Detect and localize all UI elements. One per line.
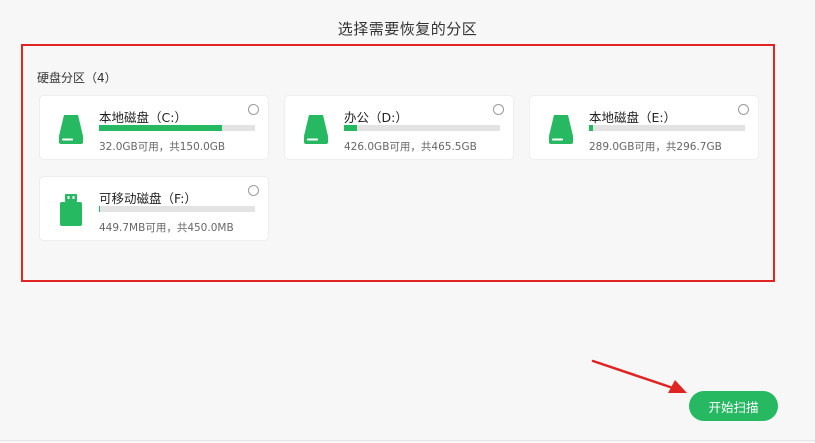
hard-drive-icon xyxy=(59,115,83,144)
partition-size: 289.0GB可用，共296.7GB xyxy=(589,141,722,153)
usage-bar xyxy=(99,206,255,212)
hard-drive-icon xyxy=(304,115,328,144)
usage-bar xyxy=(344,125,500,131)
partition-card-f[interactable]: 可移动磁盘（F:） 449.7MB可用，共450.0MB xyxy=(40,177,268,240)
annotation-arrow xyxy=(591,359,687,393)
footer-divider xyxy=(0,440,815,441)
hard-drive-icon xyxy=(549,115,573,144)
start-scan-button[interactable]: 开始扫描 xyxy=(689,391,778,421)
partition-name: 可移动磁盘（F:） xyxy=(99,191,197,206)
partition-name: 办公（D:） xyxy=(344,110,408,125)
partition-card-d[interactable]: 办公（D:） 426.0GB可用，共465.5GB xyxy=(285,96,513,159)
partition-name: 本地磁盘（E:） xyxy=(589,110,677,125)
usage-bar-fill xyxy=(344,125,358,131)
page-title: 选择需要恢复的分区 xyxy=(337,20,478,38)
partition-card-c[interactable]: 本地磁盘（C:） 32.0GB可用，共150.0GB xyxy=(40,96,268,159)
section-label: 硬盘分区（4） xyxy=(37,71,117,85)
usage-bar xyxy=(589,125,745,131)
usage-bar-fill xyxy=(589,125,594,131)
usage-bar-fill xyxy=(99,206,101,212)
partition-size: 32.0GB可用，共150.0GB xyxy=(99,141,226,153)
partition-card-e[interactable]: 本地磁盘（E:） 289.0GB可用，共296.7GB xyxy=(530,96,758,159)
usage-bar xyxy=(99,125,255,131)
partition-radio[interactable] xyxy=(493,104,504,115)
partition-size: 449.7MB可用，共450.0MB xyxy=(99,222,234,234)
usb-drive-icon xyxy=(60,194,82,226)
partition-radio[interactable] xyxy=(738,104,749,115)
annotation-highlight-box xyxy=(21,44,775,282)
back-link[interactable]: ‹ 返回 xyxy=(0,0,80,6)
partition-radio[interactable] xyxy=(248,104,259,115)
partition-radio[interactable] xyxy=(248,185,259,196)
usage-bar-fill xyxy=(99,125,223,131)
partition-size: 426.0GB可用，共465.5GB xyxy=(344,141,477,153)
partition-name: 本地磁盘（C:） xyxy=(99,110,187,125)
